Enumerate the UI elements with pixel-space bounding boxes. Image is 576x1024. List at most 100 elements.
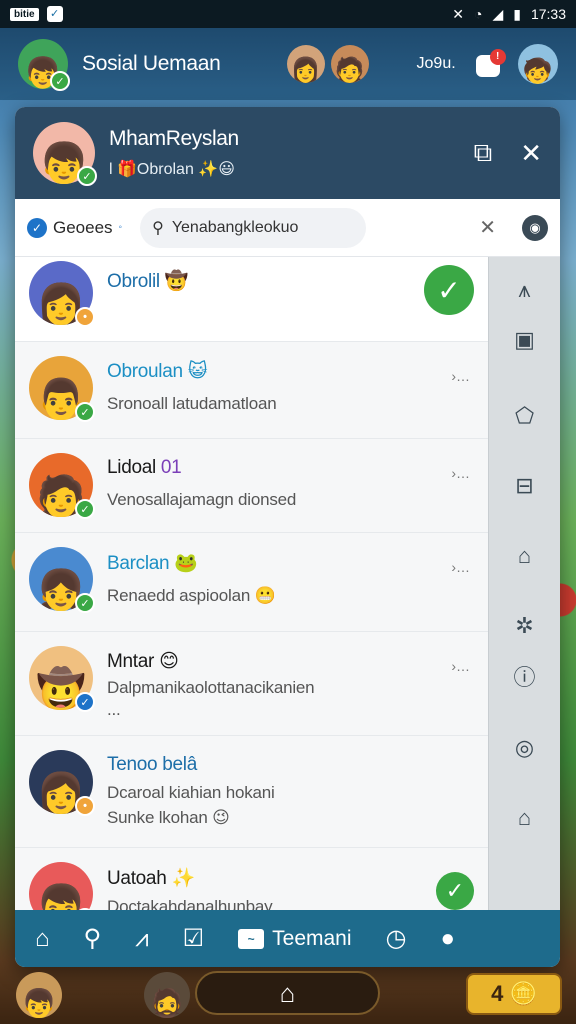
close-icon[interactable]: ✕ bbox=[520, 138, 542, 169]
chat-title: Uatoah bbox=[107, 868, 167, 889]
person-icon[interactable]: ◉ bbox=[522, 214, 548, 241]
compose-icon[interactable]: ⧉ bbox=[474, 137, 493, 169]
more-options-icon[interactable]: ›… bbox=[451, 465, 470, 481]
bell-icon[interactable]: ⩚ bbox=[510, 275, 540, 305]
profile-icon[interactable]: ● bbox=[440, 925, 455, 953]
verified-check-icon: ✓ bbox=[75, 692, 95, 712]
contact-subtitle: Obrolan bbox=[136, 161, 194, 178]
chat-list: 👩 • Obrolil 🤠 ✓ 👨 ✓ Obroulan 😺 Sronoall … bbox=[15, 257, 488, 912]
more-options-icon[interactable]: ›… bbox=[451, 559, 470, 575]
side-toolbar: ⩚ ▣ ⬠ ⊟ ⌂ ✲ ⓘ ◎ ⌂ bbox=[488, 257, 560, 912]
chat-list-item[interactable]: 👨 ✓ Obroulan 😺 Sronoall latudamatloan ›… bbox=[15, 342, 488, 439]
search-icon: ⚲ bbox=[152, 219, 164, 237]
search-icon[interactable]: ⚲ bbox=[84, 924, 102, 953]
sparkle-icon: ✨😃 bbox=[193, 161, 235, 178]
chat-preview: Venosallajamagn dionsed bbox=[107, 490, 297, 509]
clear-search-icon[interactable]: ✕ bbox=[479, 215, 496, 240]
search-bar: ✓ Geoees ◦ ⚲ ✕ ◉ bbox=[15, 199, 560, 257]
contact-name: MhamReyslan bbox=[109, 127, 239, 150]
chat-list-item[interactable]: 👧 ✓ Barclan 🐸 Renaedd aspioolan 😬 ›… bbox=[15, 533, 488, 632]
home-icon[interactable]: ⌂ bbox=[510, 803, 540, 833]
chat-preview: Dalpmanikaolottanacikanien bbox=[107, 678, 315, 697]
game-avatar[interactable]: 👦 bbox=[16, 971, 62, 1018]
info-icon[interactable]: ⓘ bbox=[510, 663, 540, 693]
checkmark-icon[interactable]: ✓ bbox=[436, 872, 474, 910]
home-icon: ⌂ bbox=[279, 977, 296, 1008]
online-check-icon: ✓ bbox=[50, 71, 70, 91]
profile-avatar[interactable]: 👦 ✓ bbox=[18, 39, 70, 91]
signal-icon: ◢ bbox=[492, 5, 504, 22]
contact-avatar: 👩 • bbox=[29, 750, 95, 816]
contact-avatar: 👩 • bbox=[29, 261, 95, 327]
battery-icon: ▮ bbox=[513, 5, 521, 22]
friend-avatar[interactable]: 🧑 bbox=[330, 45, 369, 83]
chat-list-item[interactable]: 🧑 ✓ Lidoal 01 Venosallajamagn dionsed ›… bbox=[15, 439, 488, 533]
contact-avatar: 👦 ✓ bbox=[29, 862, 95, 912]
status-bar: bitie ✓ ✕ ◔ ◢ ▮ 17:33 bbox=[0, 0, 576, 28]
chat-list-item[interactable]: 👩 • Tenoo belâ Dcaroal kiahian hokani Sun… bbox=[15, 736, 488, 848]
timer-icon[interactable]: ◎ bbox=[510, 733, 540, 763]
alert-icon[interactable]: ⌂ bbox=[510, 541, 540, 571]
gift-icon: l 🎁 bbox=[109, 161, 137, 178]
contact-avatar[interactable]: 👦 ✓ bbox=[33, 122, 97, 186]
status-time: 17:33 bbox=[530, 6, 566, 22]
timer-icon[interactable]: ◷ bbox=[386, 924, 407, 953]
friend-avatar[interactable]: 👩 bbox=[286, 45, 325, 83]
notification-button[interactable]: ! bbox=[474, 49, 506, 79]
chat-list-item[interactable]: 👩 • Obrolil 🤠 ✓ bbox=[15, 257, 488, 342]
friends-tab[interactable]: ~ Teemani bbox=[238, 926, 352, 951]
home-icon[interactable]: ⌂ bbox=[35, 925, 50, 953]
settings-icon[interactable]: ✲ bbox=[510, 611, 540, 641]
chat-list-item[interactable]: 🤠 ✓ Mntar 😊 Dalpmanikaolottanacikanien..… bbox=[15, 632, 488, 736]
chat-icon: ~ bbox=[238, 928, 265, 949]
more-options-icon[interactable]: ›… bbox=[451, 658, 470, 674]
more-options-icon[interactable]: ›… bbox=[451, 368, 470, 384]
chat-list-item[interactable]: 👦 ✓ Uatoah ✨ Doctakahdanalhunbay ✓ bbox=[15, 848, 488, 912]
online-check-icon: ✓ bbox=[75, 593, 95, 613]
app-notification-icon: ✓ bbox=[46, 6, 63, 22]
notification-badge: ! bbox=[489, 49, 506, 65]
check-circle-icon: ✓ bbox=[27, 217, 47, 238]
online-check-icon: ✓ bbox=[75, 402, 95, 422]
mute-icon: ✕ bbox=[452, 5, 464, 22]
verified-check-icon: ✓ bbox=[77, 166, 97, 186]
home-button[interactable]: ⌂ bbox=[195, 971, 380, 1015]
game-avatar[interactable]: 🧔 bbox=[144, 971, 190, 1018]
contact-avatar: 🧑 ✓ bbox=[29, 453, 95, 519]
chat-preview: Dcaroal kiahian hokani bbox=[107, 783, 275, 802]
contact-avatar: 👧 ✓ bbox=[29, 547, 95, 613]
chat-title: Barclan bbox=[107, 553, 170, 574]
filter-tab[interactable]: ✓ Geoees ◦ bbox=[27, 217, 122, 238]
app-title: Sosial Uemaan bbox=[82, 52, 221, 75]
app-header: 👦 ✓ Sosial Uemaan 👩 🧑 Jo9u. ! 🧒 bbox=[0, 28, 576, 100]
status-badge: • bbox=[75, 307, 95, 327]
chat-title: Tenoo belâ bbox=[107, 754, 197, 775]
like-icon[interactable]: ⬠ bbox=[510, 401, 540, 431]
header-user-label[interactable]: Jo9u. bbox=[417, 55, 456, 73]
bottom-navigation: ⌂ ⚲ ⩘ ☑ ~ Teemani ◷ ● bbox=[15, 910, 560, 967]
online-check-icon: ✓ bbox=[75, 499, 95, 519]
status-badge: • bbox=[75, 796, 95, 816]
chat-header: 👦 ✓ MhamReyslan l 🎁Obrolan ✨😃 ⧉ ✕ bbox=[15, 107, 560, 199]
search-input[interactable] bbox=[171, 218, 342, 237]
inbox-icon[interactable]: ▣ bbox=[510, 325, 540, 355]
chat-panel: 👦 ✓ MhamReyslan l 🎁Obrolan ✨😃 ⧉ ✕ ✓ Geoe… bbox=[15, 107, 560, 967]
chat-title: Mntar bbox=[107, 651, 155, 672]
contact-avatar: 🤠 ✓ bbox=[29, 646, 95, 712]
chart-icon[interactable]: ⩘ bbox=[135, 925, 149, 953]
wifi-icon: ◔ bbox=[473, 6, 483, 22]
game-bottom-bar: 👦 🧔 ⌂ 4 🪙 bbox=[0, 965, 576, 1024]
filter-tab-label: Geoees bbox=[53, 217, 113, 237]
score-badge[interactable]: 4 🪙 bbox=[466, 973, 562, 1015]
chat-title: Obrolil bbox=[107, 271, 160, 292]
message-icon[interactable]: ⊟ bbox=[510, 471, 540, 501]
status-app-name: bitie bbox=[10, 7, 39, 21]
chat-title: Obroulan bbox=[107, 361, 183, 382]
user-avatar[interactable]: 🧒 bbox=[517, 44, 558, 84]
chat-preview: Renaedd aspioolan bbox=[107, 586, 251, 605]
search-field[interactable]: ⚲ bbox=[140, 207, 367, 248]
checkbox-icon[interactable]: ☑ bbox=[183, 924, 205, 953]
contact-avatar: 👨 ✓ bbox=[29, 356, 95, 422]
checkmark-icon[interactable]: ✓ bbox=[424, 265, 474, 315]
friends-tab-label: Teemani bbox=[272, 926, 352, 950]
